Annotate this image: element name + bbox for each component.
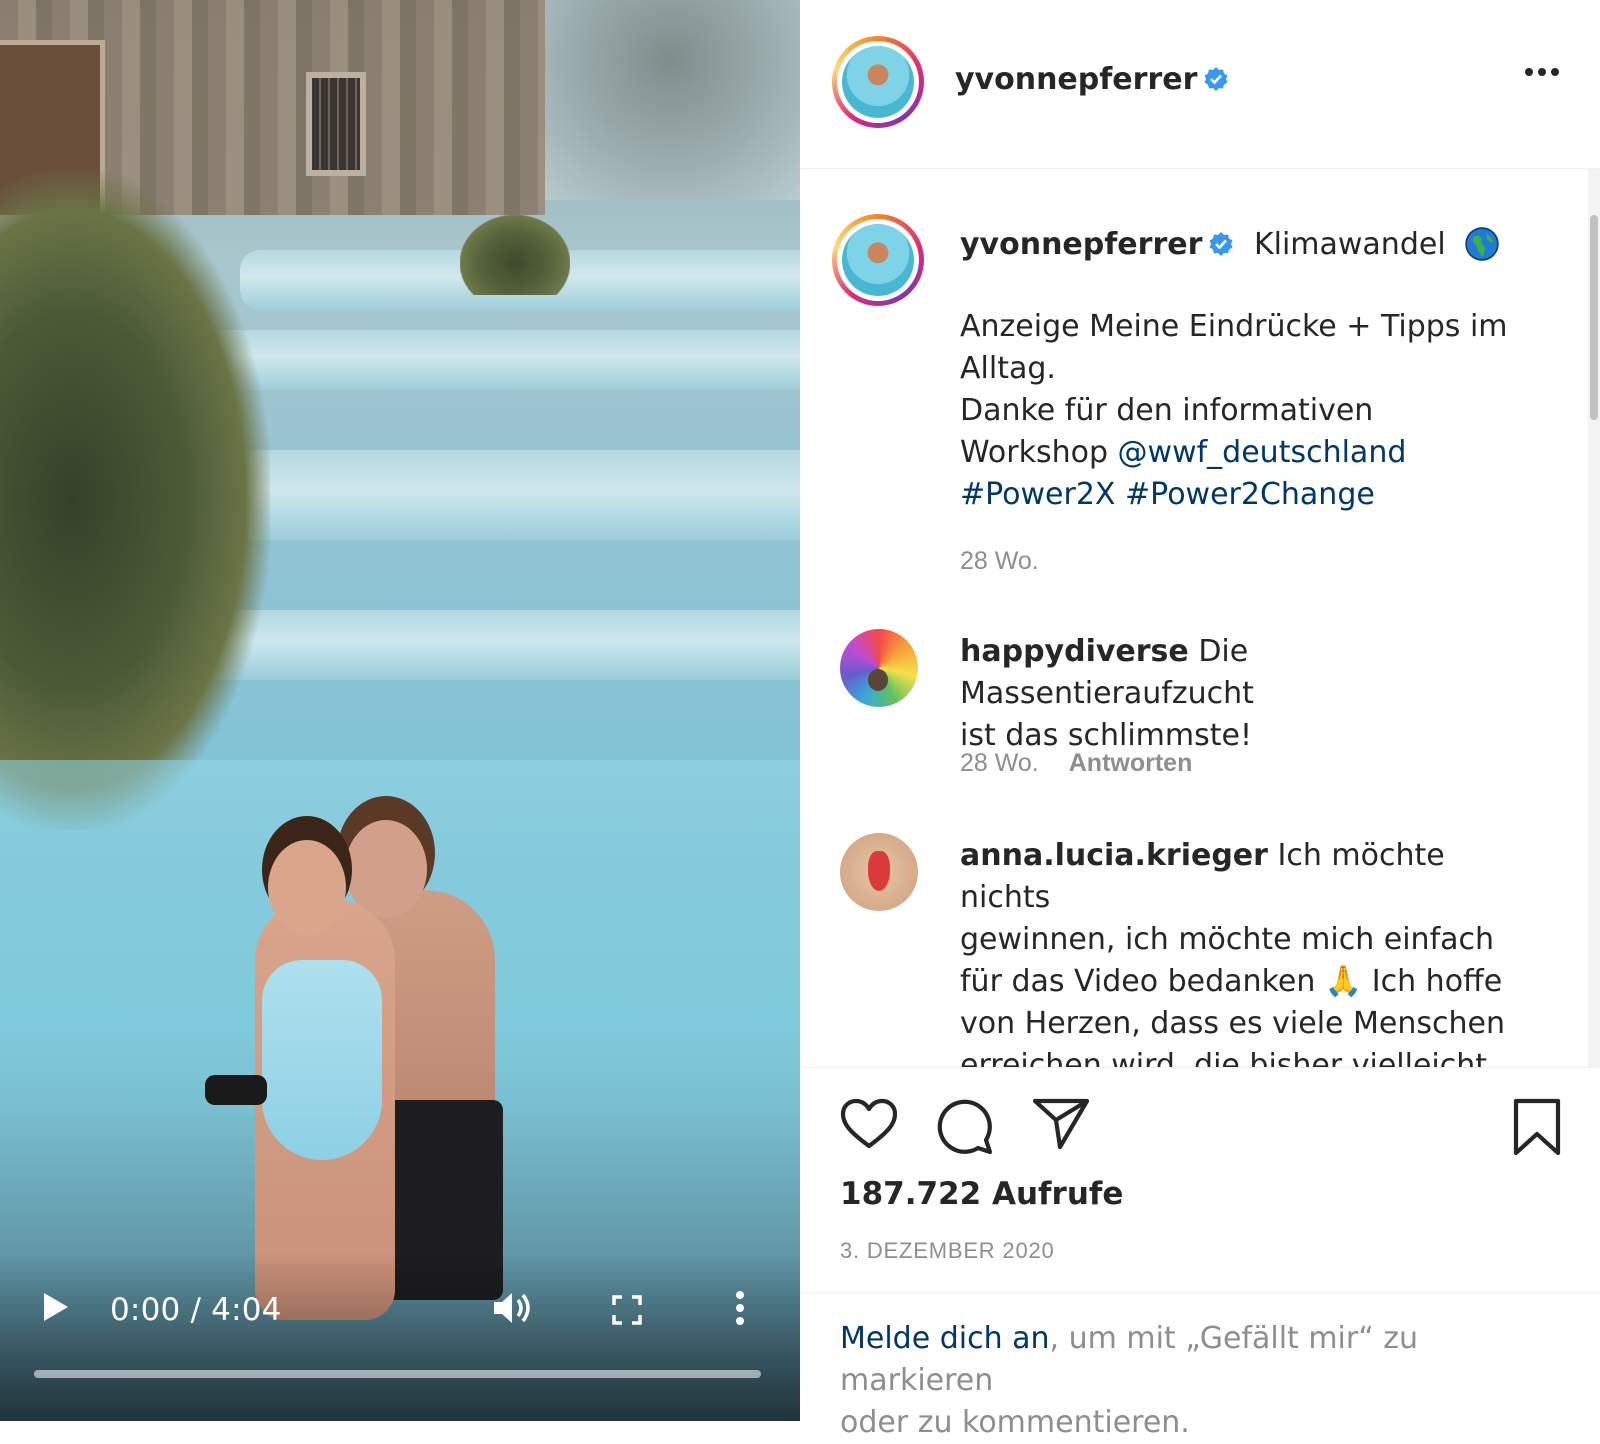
caption-body: Anzeige Meine Eindrücke + Tipps im Allta… <box>960 306 1530 516</box>
verified-badge-icon <box>1204 67 1228 91</box>
caption-header: yvonnepferrer Klimawandel <box>960 224 1530 266</box>
terrace-step <box>180 330 800 390</box>
caption-avatar[interactable] <box>832 214 924 306</box>
comment-line: gewinnen, ich möchte mich einfach <box>960 922 1495 957</box>
comment-line: erreichen wird, die bisher vielleicht <box>960 1048 1488 1067</box>
caption-line: Danke für den informativen <box>960 393 1374 428</box>
play-icon[interactable] <box>38 1290 72 1324</box>
login-link[interactable]: Melde dich an <box>840 1321 1050 1356</box>
video-progress-bar[interactable] <box>34 1370 761 1378</box>
mention-link[interactable]: @wwf_deutschland <box>1118 435 1407 470</box>
caption-line: Workshop @wwf_deutschland <box>960 432 1530 474</box>
reeds <box>0 170 270 830</box>
comments-section: yvonnepferrer Klimawandel Anzeige Meine … <box>800 169 1600 1067</box>
header-username[interactable]: yvonnepferrer <box>955 62 1197 97</box>
video-player[interactable]: 0:00 / 4:04 <box>0 0 800 1421</box>
commenter-avatar[interactable] <box>840 629 918 707</box>
caption-age: 28 Wo. <box>960 547 1039 575</box>
caption-line: Alltag. <box>960 351 1056 386</box>
caption-title: Klimawandel <box>1253 227 1446 262</box>
globe-icon <box>1465 227 1499 261</box>
author-avatar[interactable] <box>832 36 924 128</box>
video-more-icon[interactable] <box>735 1290 745 1326</box>
comment-age: 28 Wo. <box>960 749 1039 777</box>
video-time: 0:00 / 4:04 <box>110 1292 282 1328</box>
post-sidebar: yvonnepferrer yvonnepferrer Klimawandel <box>800 0 1600 1440</box>
post-date: 3. DEZEMBER 2020 <box>840 1238 1055 1263</box>
hashtag-link[interactable]: #Power2X <box>960 477 1115 512</box>
comment-meta: 28 Wo. Antworten <box>960 749 1192 778</box>
header-username-row[interactable]: yvonnepferrer <box>955 62 1229 97</box>
verified-badge-icon <box>1209 232 1233 256</box>
view-count: 187.722 Aufrufe <box>840 1176 1124 1212</box>
reply-button[interactable]: Antworten <box>1069 749 1193 777</box>
volume-icon[interactable] <box>492 1290 536 1326</box>
comment-line: für das Video bedanken 🙏 Ich hoffe <box>960 964 1503 999</box>
caption-line: Anzeige Meine Eindrücke + Tipps im <box>960 309 1508 344</box>
heart-icon[interactable] <box>840 1098 898 1150</box>
login-prompt-text: oder zu kommentieren. <box>840 1405 1190 1440</box>
video-controls <box>0 1251 800 1421</box>
drone-controller <box>205 1075 267 1105</box>
terrace-step <box>180 610 800 680</box>
hashtag-link[interactable]: #Power2Change <box>1125 477 1375 512</box>
comment-text: anna.lucia.krieger Ich möchte nichts gew… <box>960 835 1530 1067</box>
caption-text: Workshop <box>960 435 1118 470</box>
post-header: yvonnepferrer <box>800 0 1600 169</box>
caption-line: #Power2X #Power2Change <box>960 474 1530 516</box>
login-prompt: Melde dich an, um mit „Gefällt mir“ zu m… <box>840 1318 1560 1444</box>
share-icon[interactable] <box>1032 1098 1090 1150</box>
comment-icon[interactable] <box>936 1098 994 1156</box>
comment-line: von Herzen, dass es viele Menschen <box>960 1006 1505 1041</box>
caption-username[interactable]: yvonnepferrer <box>960 227 1202 262</box>
waterfall-cliff <box>540 0 800 200</box>
commenter-avatar[interactable] <box>840 833 918 911</box>
barred-window <box>306 72 366 176</box>
shrub <box>460 215 570 295</box>
comment-text: happydiverse Die Massentieraufzucht ist … <box>960 631 1530 757</box>
pray-emoji-icon: 🙏 <box>1324 964 1363 999</box>
fullscreen-icon[interactable] <box>612 1295 642 1325</box>
woman-head <box>268 840 346 935</box>
swimsuit <box>262 960 382 1160</box>
comment-username[interactable]: happydiverse <box>960 634 1189 669</box>
comment-username[interactable]: anna.lucia.krieger <box>960 838 1268 873</box>
terrace-step <box>180 450 800 540</box>
bookmark-icon[interactable] <box>1512 1098 1562 1156</box>
more-options-icon[interactable] <box>1524 66 1560 78</box>
